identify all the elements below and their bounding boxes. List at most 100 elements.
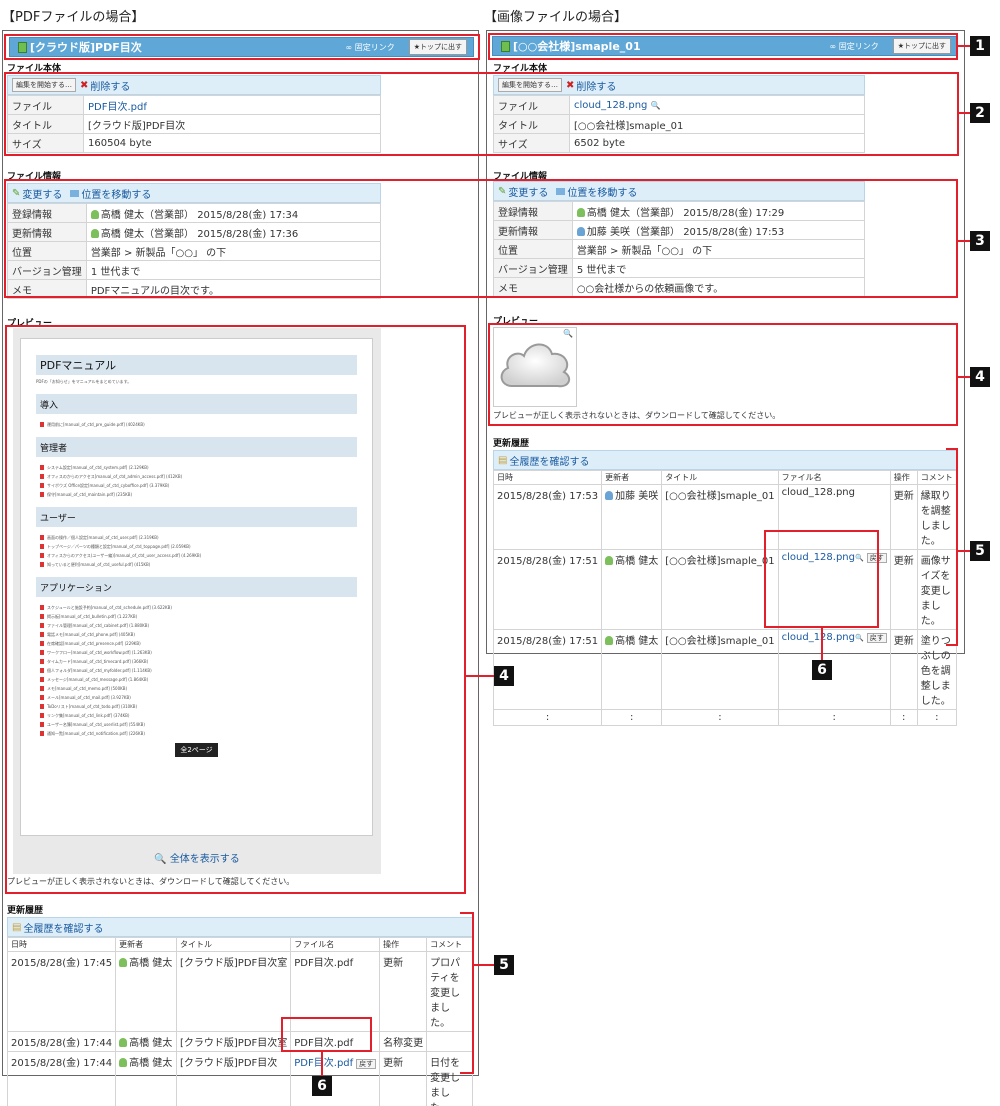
history-cell-comment: : xyxy=(916,709,958,726)
callout-line-5-image xyxy=(958,550,970,552)
history-cell-op: 更新 xyxy=(889,629,918,710)
history-cell-op: 名称変更 xyxy=(379,1031,428,1052)
history-cell-file: cloud_128.png🔍 戻す xyxy=(777,629,891,710)
callout-line-4-pdf xyxy=(466,675,494,677)
history-file-link[interactable]: cloud_128.png xyxy=(782,632,855,643)
user-icon xyxy=(119,1058,128,1067)
history-cell-date: 2015/8/28(金) 17:45 xyxy=(6,951,117,1032)
callout-box-4-image xyxy=(488,323,958,426)
callout-number-1: 1 xyxy=(970,36,990,56)
callout-line-1 xyxy=(958,45,970,47)
user-icon xyxy=(119,958,128,967)
callout-line-5-pdf xyxy=(474,964,494,966)
history-cell-file: : xyxy=(777,709,891,726)
history-column-header: 更新者 xyxy=(601,470,663,485)
history-column-header: 更新者 xyxy=(115,937,177,952)
user-icon xyxy=(119,1038,128,1047)
callout-box-6-pdf xyxy=(281,1017,372,1052)
pdf-history-table: 日時 更新者 タイトル ファイル名 操作 コメント 2015/8/28(金) 17:45 高橋… xyxy=(6,937,473,1106)
history-column-header: タイトル xyxy=(175,937,292,952)
pdf-history-actions: ▤ 全履歴を確認する xyxy=(7,917,473,937)
callout-number-5-image: 5 xyxy=(970,541,990,561)
callout-box-1-pdf xyxy=(4,34,480,60)
history-row: 2015/8/28(金) 17:45 高橋 健太 [クラウド版]PDF目次室 PDF目… xyxy=(6,951,473,1032)
view-all-history-link[interactable]: 全履歴を確認する xyxy=(509,453,589,468)
history-cell-op: 更新 xyxy=(889,549,918,630)
history-file-link[interactable]: PDF目次.pdf xyxy=(294,1058,353,1069)
history-cell-title: : xyxy=(661,709,779,726)
user-icon xyxy=(605,491,614,500)
history-row: 2015/8/28(金) 17:51 高橋 健太 [○○会社様]smaple_01 c… xyxy=(492,629,958,710)
history-column-header: 日時 xyxy=(492,470,603,485)
history-cell-date: 2015/8/28(金) 17:51 xyxy=(492,549,603,630)
pdf-history: ▤ 全履歴を確認する 日時 更新者 タイトル ファイル名 操作 コメント 2015/8/28… xyxy=(6,917,473,1106)
callout-number-3: 3 xyxy=(970,231,990,251)
caption-pdf: 【PDFファイルの場合】 xyxy=(2,10,145,25)
history-column-header: ファイル名 xyxy=(777,470,891,485)
history-cell-user: 加藤 美咲 xyxy=(601,484,663,550)
user-icon xyxy=(605,556,614,565)
callout-box-2 xyxy=(4,72,959,156)
history-cell-user: 高橋 健太 xyxy=(601,549,663,630)
callout-number-4-pdf: 4 xyxy=(494,666,514,686)
history-cell-user: : xyxy=(601,709,663,726)
history-cell-user: 高橋 健太 xyxy=(115,1051,177,1106)
history-cell-date: 2015/8/28(金) 17:44 xyxy=(6,1031,117,1052)
callout-box-3 xyxy=(4,179,958,298)
history-cell-op: 更新 xyxy=(379,951,428,1032)
caption-image: 【画像ファイルの場合】 xyxy=(484,10,628,25)
history-cell-title: [クラウド版]PDF目次室 xyxy=(175,1031,292,1052)
history-column-header: 操作 xyxy=(379,937,428,952)
history-cell-op: : xyxy=(889,709,918,726)
image-history: ▤ 全履歴を確認する 日時 更新者 タイトル ファイル名 操作 コメント 2015/8/28… xyxy=(492,450,958,726)
history-cell-title: [クラウド版]PDF目次室 xyxy=(175,951,292,1032)
callout-number-5-pdf: 5 xyxy=(494,955,514,975)
callout-number-6-image: 6 xyxy=(812,660,832,680)
history-row: 2015/8/28(金) 17:44 高橋 健太 [クラウド版]PDF目次室 PDF目… xyxy=(6,1031,473,1052)
callout-line-6-image xyxy=(821,628,823,660)
callout-line-4-image xyxy=(958,376,970,378)
history-cell-title: [○○会社様]smaple_01 xyxy=(661,549,779,630)
history-cell-user: 高橋 健太 xyxy=(115,951,177,1032)
callout-bracket-5-pdf xyxy=(460,912,474,1074)
history-column-header: ファイル名 xyxy=(290,937,381,952)
history-cell-title: [○○会社様]smaple_01 xyxy=(661,484,779,550)
history-row: 2015/8/28(金) 17:51 高橋 健太 [○○会社様]smaple_01 c… xyxy=(492,549,958,630)
history-cell-op: 更新 xyxy=(889,484,918,550)
callout-box-4-pdf xyxy=(5,325,466,894)
preview-search-icon[interactable]: 🔍 xyxy=(855,634,864,642)
callout-number-6-pdf: 6 xyxy=(312,1076,332,1096)
user-icon xyxy=(605,636,614,645)
history-cell-user: 高橋 健太 xyxy=(115,1031,177,1052)
image-history-actions: ▤ 全履歴を確認する xyxy=(493,450,957,470)
view-all-history-link[interactable]: 全履歴を確認する xyxy=(23,920,103,935)
callout-bracket-5-image xyxy=(946,448,958,646)
callout-box-1-image xyxy=(488,33,958,60)
callout-line-6-pdf xyxy=(321,1052,323,1076)
restore-button[interactable]: 戻す xyxy=(866,633,887,643)
history-heading: 更新履歴 xyxy=(7,906,44,916)
image-history-table: 日時 更新者 タイトル ファイル名 操作 コメント 2015/8/28(金) 17:53 加藤… xyxy=(492,470,958,726)
restore-button[interactable]: 戻す xyxy=(356,1059,377,1069)
history-cell-date: 2015/8/28(金) 17:44 xyxy=(6,1051,117,1106)
history-row: :::::: xyxy=(492,709,958,726)
history-cell-op: 更新 xyxy=(379,1051,428,1106)
history-row: 2015/8/28(金) 17:53 加藤 美咲 [○○会社様]smaple_01 c… xyxy=(492,484,958,550)
history-cell-title: [○○会社様]smaple_01 xyxy=(661,629,779,710)
history-column-header: 操作 xyxy=(889,470,918,485)
history-icon: ▤ xyxy=(12,921,22,933)
history-cell-date: : xyxy=(492,709,603,726)
history-cell-date: 2015/8/28(金) 17:53 xyxy=(492,484,603,550)
history-row: 2015/8/28(金) 17:44 高橋 健太 [クラウド版]PDF目次 PDF目次… xyxy=(6,1051,473,1106)
callout-number-2: 2 xyxy=(970,103,990,123)
history-column-header: タイトル xyxy=(661,470,779,485)
history-icon: ▤ xyxy=(498,454,508,466)
callout-number-4-image: 4 xyxy=(970,367,990,387)
callout-box-6-image xyxy=(764,530,879,628)
history-heading: 更新履歴 xyxy=(493,439,530,449)
callout-line-2 xyxy=(958,112,970,114)
history-cell-title: [クラウド版]PDF目次 xyxy=(175,1051,292,1106)
history-cell-file: PDF目次.pdf 戻す xyxy=(290,1051,381,1106)
history-cell-user: 高橋 健太 xyxy=(601,629,663,710)
history-column-header: 日時 xyxy=(6,937,117,952)
